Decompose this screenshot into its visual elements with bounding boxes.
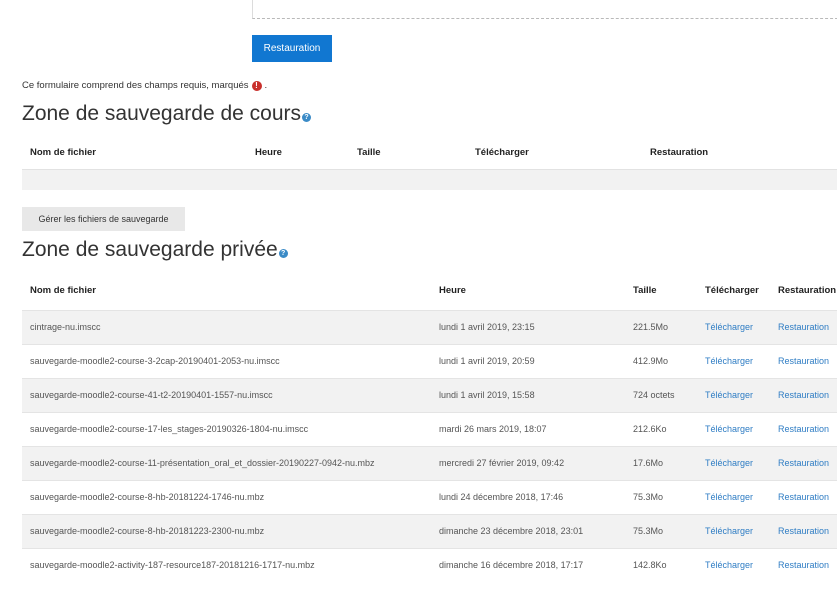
exclamation-icon: ! (251, 80, 262, 91)
course-backup-empty-row (22, 169, 837, 190)
download-link[interactable]: Télécharger (705, 390, 753, 400)
column-header-time: Heure (439, 285, 466, 296)
course-backup-title: Zone de sauvegarde de cours ? (22, 102, 312, 126)
column-header-time: Heure (255, 147, 282, 158)
download-link[interactable]: Télécharger (705, 492, 753, 502)
table-row: sauvegarde-moodle2-course-11-présentatio… (22, 446, 837, 480)
column-header-filename: Nom de fichier (30, 285, 96, 296)
file-picker-dropzone[interactable] (252, 0, 837, 19)
restore-link[interactable]: Restauration (778, 322, 829, 332)
file-time: lundi 1 avril 2019, 20:59 (439, 356, 535, 366)
file-size: 724 octets (633, 390, 675, 400)
private-backup-title: Zone de sauvegarde privée ? (22, 238, 288, 262)
download-link[interactable]: Télécharger (705, 526, 753, 536)
column-header-size: Taille (633, 285, 657, 296)
file-time: lundi 1 avril 2019, 23:15 (439, 322, 535, 332)
required-fields-note: Ce formulaire comprend des champs requis… (22, 80, 267, 91)
table-row: sauvegarde-moodle2-course-3-2cap-2019040… (22, 344, 837, 378)
file-name: cintrage-nu.imscc (30, 322, 101, 332)
column-header-filename: Nom de fichier (30, 147, 96, 158)
restore-link[interactable]: Restauration (778, 560, 829, 570)
download-link[interactable]: Télécharger (705, 356, 753, 366)
table-row: sauvegarde-moodle2-course-8-hb-20181224-… (22, 480, 837, 514)
table-row: cintrage-nu.imscc lundi 1 avril 2019, 23… (22, 310, 837, 344)
download-link[interactable]: Télécharger (705, 560, 753, 570)
download-link[interactable]: Télécharger (705, 322, 753, 332)
file-name: sauvegarde-moodle2-activity-187-resource… (30, 560, 315, 570)
file-time: mercredi 27 février 2019, 09:42 (439, 458, 565, 468)
file-time: lundi 24 décembre 2018, 17:46 (439, 492, 564, 502)
table-row: sauvegarde-moodle2-course-41-t2-20190401… (22, 378, 837, 412)
file-name: sauvegarde-moodle2-course-17-les_stages-… (30, 424, 309, 434)
column-header-restore: Restauration (778, 285, 837, 296)
file-time: mardi 26 mars 2019, 18:07 (439, 424, 547, 434)
file-name: sauvegarde-moodle2-course-8-hb-20181223-… (30, 526, 265, 536)
restore-link[interactable]: Restauration (778, 356, 829, 366)
course-backup-table-header: Nom de fichier Heure Taille Télécharger … (22, 133, 837, 169)
file-size: 75.3Mo (633, 492, 664, 502)
restore-link[interactable]: Restauration (778, 390, 829, 400)
table-row: sauvegarde-moodle2-activity-187-resource… (22, 548, 837, 582)
private-backup-table-header: Nom de fichier Heure Taille Télécharger … (22, 270, 837, 310)
column-header-download: Télécharger (705, 285, 759, 296)
private-backup-title-text: Zone de sauvegarde privée (22, 238, 278, 261)
column-header-download: Télécharger (475, 147, 529, 158)
file-size: 212.6Ko (633, 424, 667, 434)
file-time: dimanche 23 décembre 2018, 23:01 (439, 526, 584, 536)
table-row: sauvegarde-moodle2-course-8-hb-20181223-… (22, 514, 837, 548)
required-note-text: Ce formulaire comprend des champs requis… (22, 80, 249, 91)
file-size: 142.8Ko (633, 560, 667, 570)
download-link[interactable]: Télécharger (705, 458, 753, 468)
restore-link[interactable]: Restauration (778, 492, 829, 502)
required-note-suffix: . (264, 80, 268, 91)
file-time: lundi 1 avril 2019, 15:58 (439, 390, 535, 400)
file-size: 221.5Mo (633, 322, 669, 332)
column-header-restore: Restauration (650, 147, 709, 158)
file-name: sauvegarde-moodle2-course-8-hb-20181224-… (30, 492, 265, 502)
download-link[interactable]: Télécharger (705, 424, 753, 434)
restore-link[interactable]: Restauration (778, 424, 829, 434)
file-name: sauvegarde-moodle2-course-3-2cap-2019040… (30, 356, 280, 366)
file-time: dimanche 16 décembre 2018, 17:17 (439, 560, 584, 570)
question-icon[interactable]: ? (302, 113, 312, 122)
file-size: 412.9Mo (633, 356, 669, 366)
table-row: sauvegarde-moodle2-course-17-les_stages-… (22, 412, 837, 446)
restore-link[interactable]: Restauration (778, 526, 829, 536)
private-backup-table-body: cintrage-nu.imscc lundi 1 avril 2019, 23… (22, 310, 837, 582)
file-name: sauvegarde-moodle2-course-41-t2-20190401… (30, 390, 273, 400)
column-header-size: Taille (357, 147, 381, 158)
file-name: sauvegarde-moodle2-course-11-présentatio… (30, 458, 375, 468)
file-size: 17.6Mo (633, 458, 664, 468)
course-backup-title-text: Zone de sauvegarde de cours (22, 102, 302, 125)
question-icon[interactable]: ? (278, 249, 288, 258)
file-size: 75.3Mo (633, 526, 664, 536)
restore-submit-button[interactable]: Restauration (252, 35, 332, 62)
manage-backup-files-button[interactable]: Gérer les fichiers de sauvegarde (22, 207, 185, 231)
restore-link[interactable]: Restauration (778, 458, 829, 468)
